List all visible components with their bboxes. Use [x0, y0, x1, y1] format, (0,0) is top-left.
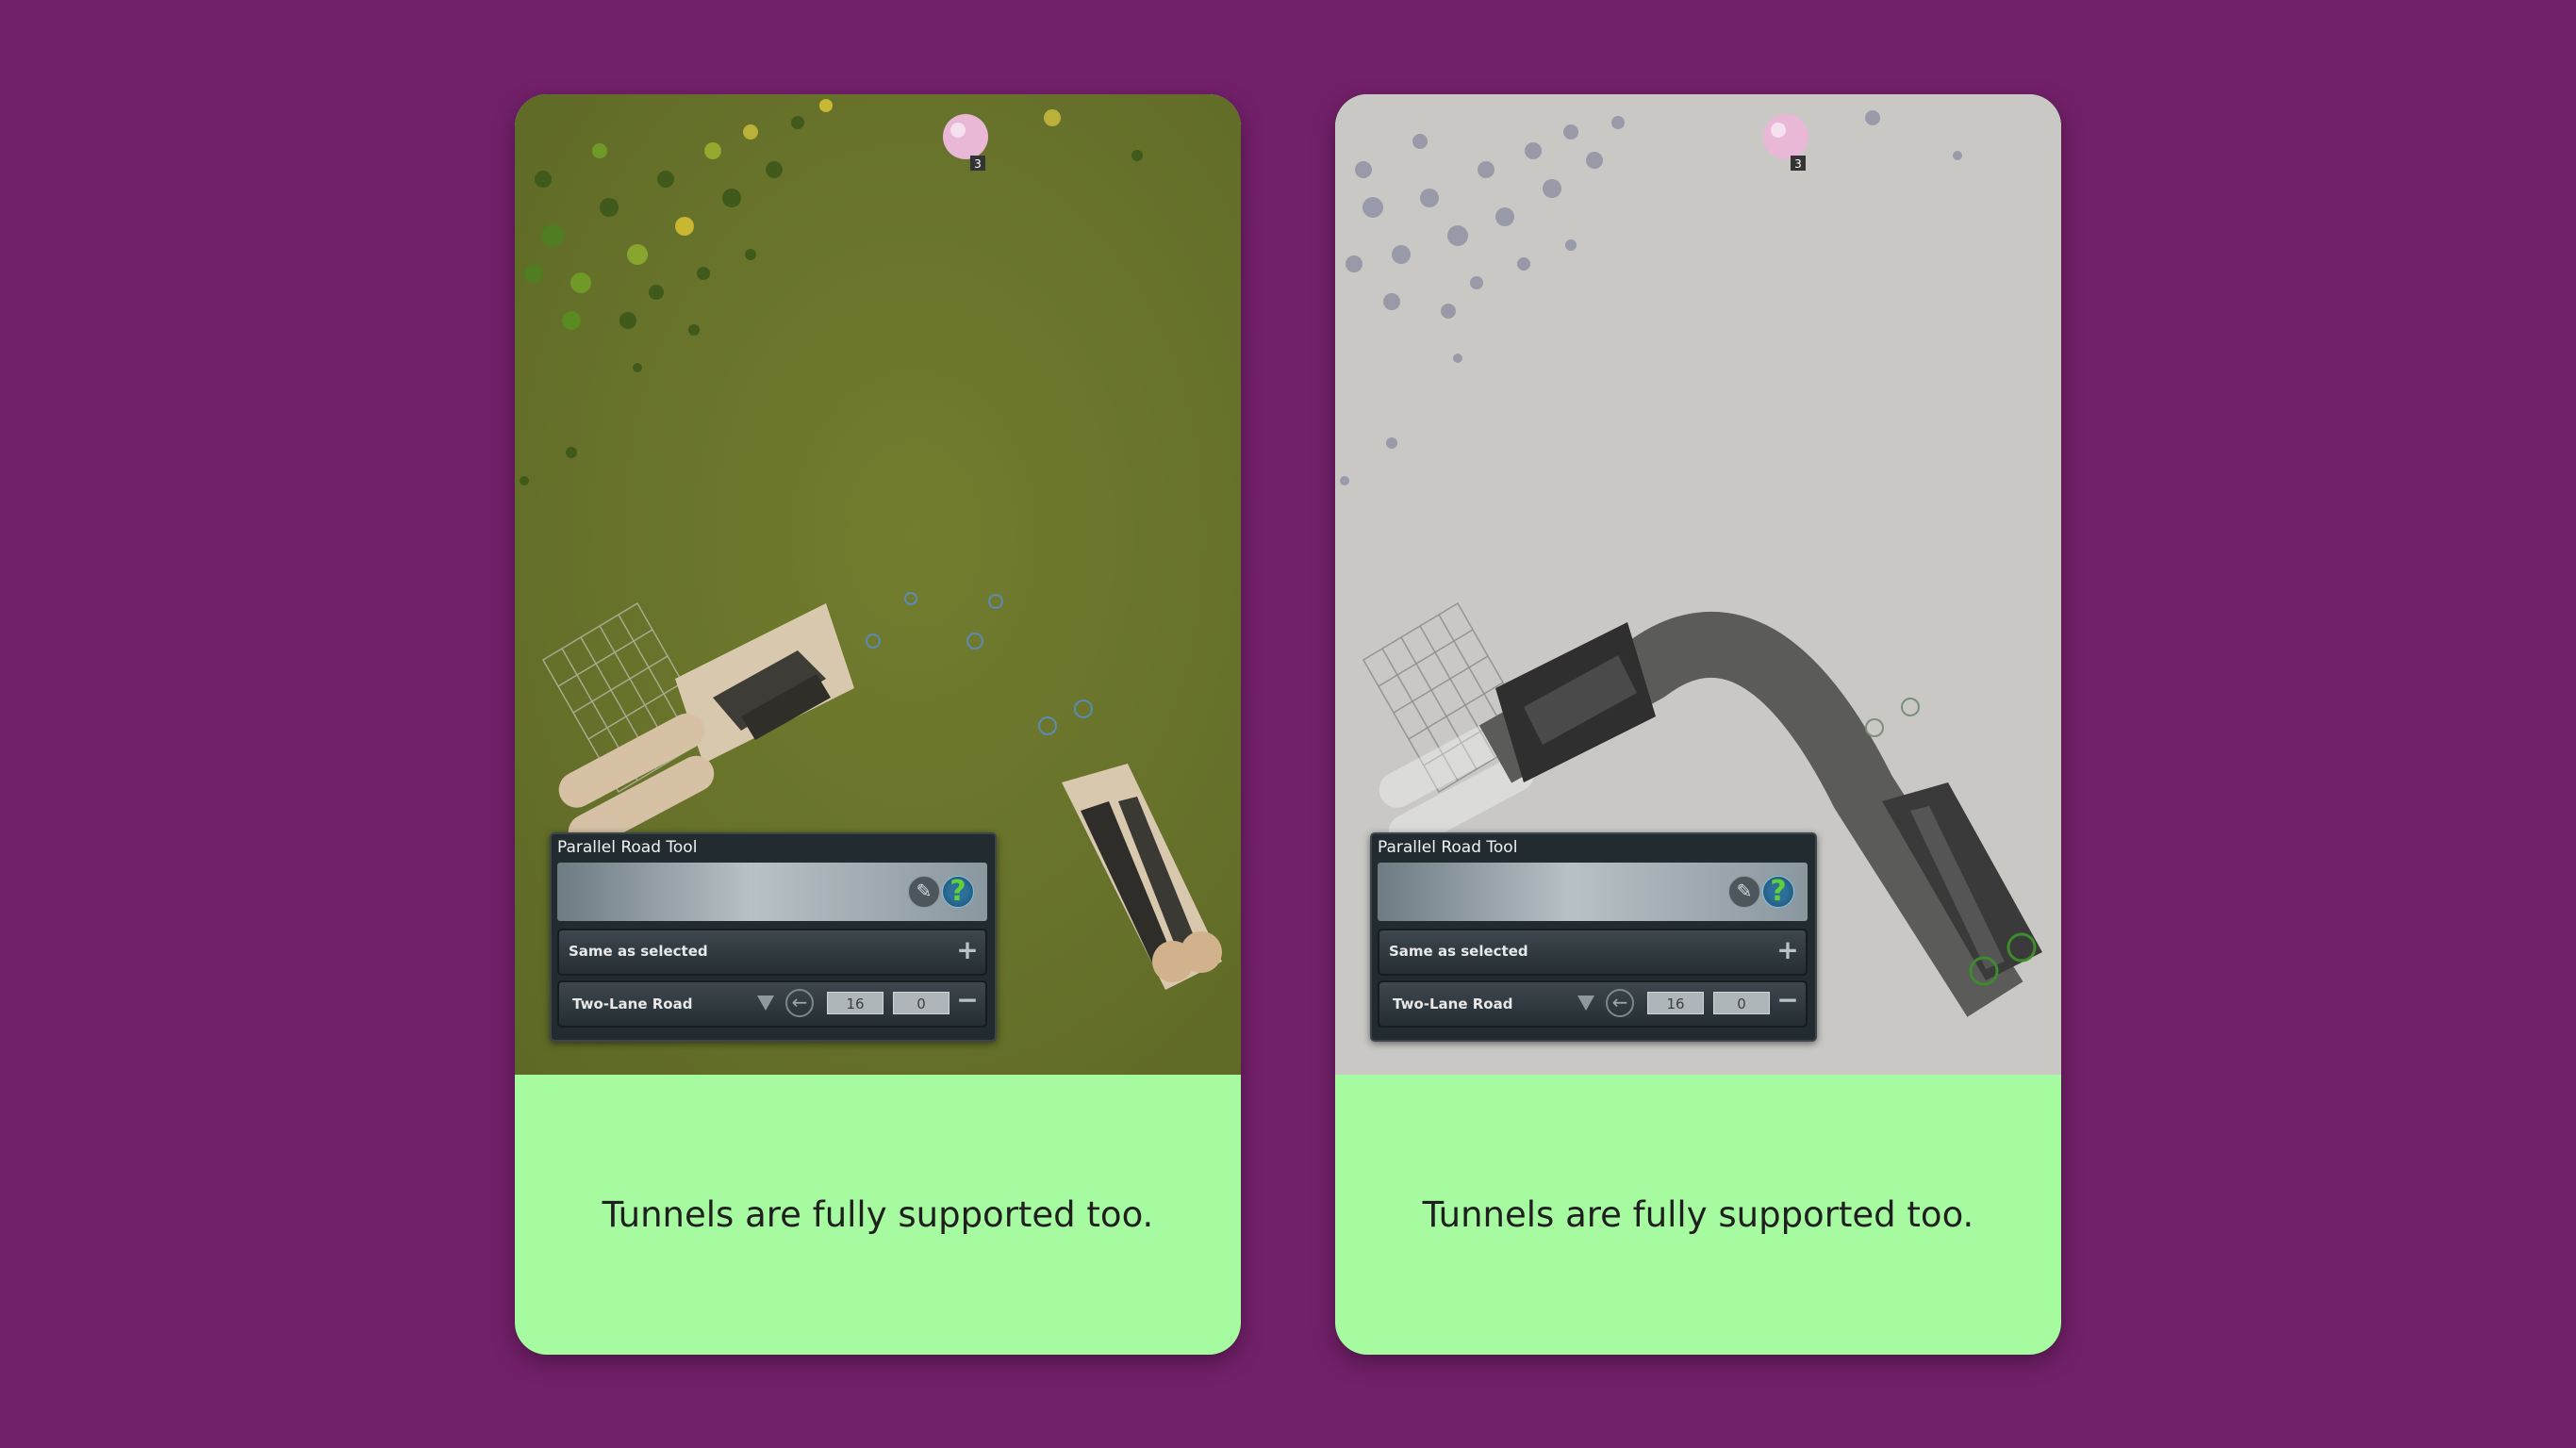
screenshot-card-underground: 3 Parallel Road Tool ✎ ? Same as selecte… — [1335, 94, 2061, 1355]
screenshot-card-terrain: 3 Parallel Road Tool ✎ ? Same as selecte… — [515, 94, 1241, 1355]
elevation-field[interactable]: 0 — [893, 992, 949, 1014]
preset-label: Same as selected — [569, 943, 708, 960]
brush-icon[interactable]: ✎ — [1728, 876, 1760, 908]
dropdown-arrow-icon[interactable] — [757, 996, 774, 1011]
help-icon[interactable]: ? — [942, 875, 974, 908]
road-type-label: Two-Lane Road — [1393, 996, 1513, 1012]
parallel-road-tool-panel: Parallel Road Tool ✎ ? Same as selected … — [1370, 832, 1817, 1042]
preset-row[interactable]: Same as selected + — [557, 929, 987, 976]
marker-count: 3 — [974, 157, 982, 171]
preset-row[interactable]: Same as selected + — [1378, 929, 1808, 976]
add-lane-button[interactable]: + — [1774, 936, 1802, 964]
panel-header: ✎ ? — [557, 863, 987, 921]
panel-title: Parallel Road Tool — [557, 838, 698, 857]
caption: Tunnels are fully supported too. — [1422, 1194, 1974, 1235]
remove-lane-button[interactable]: − — [953, 986, 982, 1014]
remove-lane-button[interactable]: − — [1774, 986, 1802, 1014]
road-type-label: Two-Lane Road — [572, 996, 693, 1012]
road-row: Two-Lane Road ← 16 0 − — [557, 980, 987, 1028]
marker-count: 3 — [1794, 157, 1802, 171]
elevation-field[interactable]: 0 — [1713, 992, 1770, 1014]
caption: Tunnels are fully supported too. — [602, 1194, 1154, 1235]
add-lane-button[interactable]: + — [953, 936, 982, 964]
road-row: Two-Lane Road ← 16 0 − — [1378, 980, 1808, 1028]
reverse-direction-button[interactable]: ← — [785, 989, 814, 1017]
parallel-road-tool-panel: Parallel Road Tool ✎ ? Same as selected … — [550, 832, 997, 1042]
panel-title: Parallel Road Tool — [1378, 838, 1518, 857]
dropdown-arrow-icon[interactable] — [1577, 996, 1594, 1011]
reverse-direction-button[interactable]: ← — [1606, 989, 1634, 1017]
offset-field[interactable]: 16 — [827, 992, 883, 1014]
offset-field[interactable]: 16 — [1647, 992, 1704, 1014]
brush-icon[interactable]: ✎ — [908, 876, 940, 908]
panel-header: ✎ ? — [1378, 863, 1808, 921]
game-view-underground: 3 Parallel Road Tool ✎ ? Same as selecte… — [1335, 94, 2061, 1075]
help-icon[interactable]: ? — [1762, 875, 1794, 908]
preset-label: Same as selected — [1389, 943, 1528, 960]
game-view-terrain: 3 Parallel Road Tool ✎ ? Same as selecte… — [515, 94, 1241, 1075]
